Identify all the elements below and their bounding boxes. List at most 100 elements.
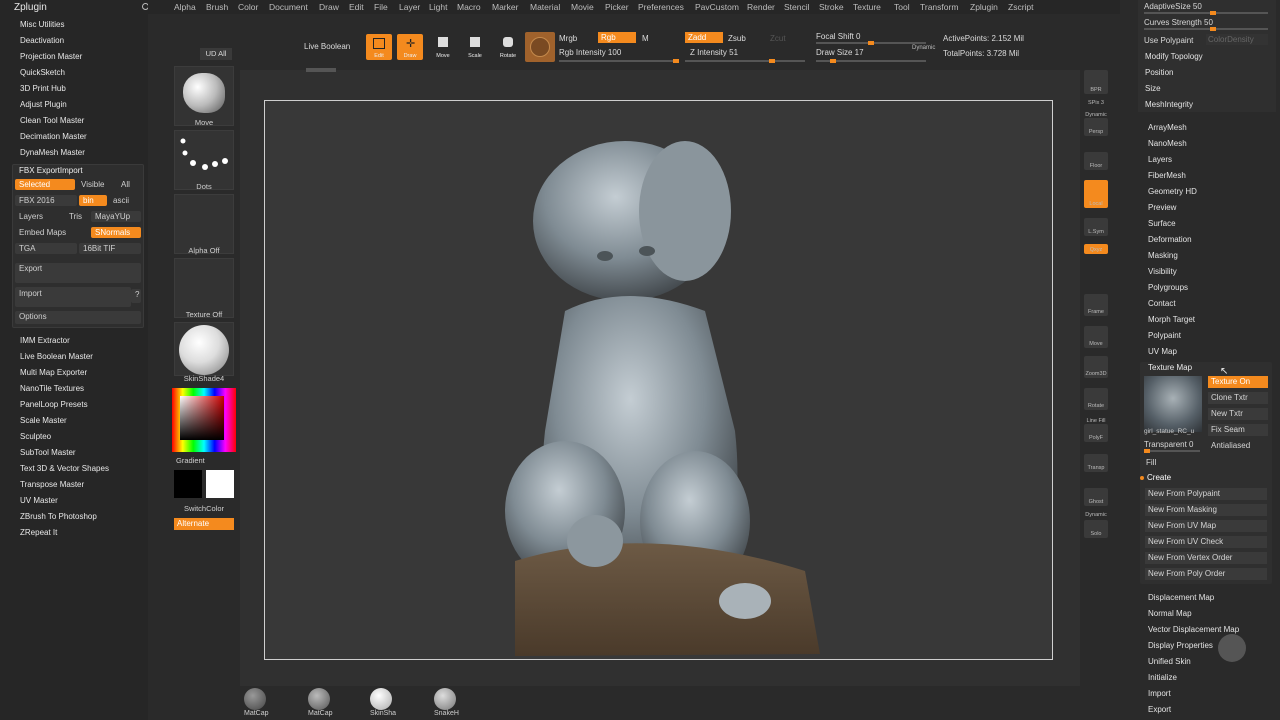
palette-item[interactable]: Preview bbox=[1148, 203, 1176, 212]
menu-alpha[interactable]: Alpha bbox=[174, 2, 196, 12]
dynamic-button[interactable]: Dynamic bbox=[912, 45, 935, 51]
gradient-label[interactable]: Gradient bbox=[176, 456, 236, 465]
snormals-button[interactable]: SNormals bbox=[91, 227, 141, 238]
import-button[interactable]: Import bbox=[15, 287, 131, 307]
primary-color-swatch[interactable] bbox=[206, 470, 234, 498]
menu-texture[interactable]: Texture bbox=[853, 2, 881, 12]
palette-item[interactable]: Unified Skin bbox=[1148, 657, 1191, 666]
tris-button[interactable]: Tris bbox=[65, 211, 91, 222]
rgb-intensity-track[interactable] bbox=[559, 59, 679, 63]
material-thumb[interactable] bbox=[174, 322, 234, 376]
statue-model[interactable] bbox=[265, 101, 1054, 661]
panel-title[interactable]: Zplugin bbox=[14, 2, 47, 13]
document-canvas[interactable] bbox=[264, 100, 1053, 660]
help-button[interactable]: ? bbox=[131, 289, 141, 303]
texture-thumb[interactable] bbox=[174, 258, 234, 318]
menu-zscript[interactable]: Zscript bbox=[1008, 2, 1034, 12]
color-picker[interactable] bbox=[172, 388, 236, 452]
palette-item[interactable]: Layers bbox=[1148, 155, 1172, 164]
plugin-item[interactable]: 3D Print Hub bbox=[20, 84, 66, 93]
fbx-version-select[interactable]: FBX 2016 bbox=[15, 195, 77, 206]
texture-thumbnail[interactable] bbox=[1144, 376, 1202, 432]
draw-size-slider[interactable]: Draw Size 17 bbox=[816, 48, 864, 57]
menu-draw[interactable]: Draw bbox=[319, 2, 339, 12]
menu-stencil[interactable]: Stencil bbox=[784, 2, 810, 12]
palette-item[interactable]: MeshIntegrity bbox=[1145, 100, 1193, 109]
draw-button[interactable]: ✛ Draw bbox=[397, 34, 423, 60]
antialiased-button[interactable]: Antialiased bbox=[1208, 440, 1268, 452]
selected-button[interactable]: Selected bbox=[15, 179, 75, 190]
menu-transform[interactable]: Transform bbox=[920, 2, 958, 12]
focal-shift-slider[interactable]: Focal Shift 0 bbox=[816, 32, 860, 41]
rgb-button[interactable]: Rgb bbox=[598, 32, 636, 43]
create-texture-button[interactable]: New From UV Map bbox=[1145, 520, 1267, 532]
all-button[interactable]: All bbox=[117, 179, 143, 190]
menu-light[interactable]: Light bbox=[429, 2, 447, 12]
alternate-button[interactable]: Alternate bbox=[174, 518, 234, 530]
draw-size-track[interactable] bbox=[816, 59, 926, 63]
palette-item[interactable]: Polygroups bbox=[1148, 283, 1188, 292]
material-swatch-icon[interactable] bbox=[434, 688, 456, 710]
palette-item[interactable]: Normal Map bbox=[1148, 609, 1192, 618]
palette-item[interactable]: Position bbox=[1145, 68, 1173, 77]
create-title[interactable]: Create bbox=[1147, 473, 1171, 482]
mrgb-button[interactable]: Mrgb bbox=[559, 34, 577, 43]
secondary-color-swatch[interactable] bbox=[174, 470, 202, 498]
menu-material[interactable]: Material bbox=[530, 2, 560, 12]
edit-button[interactable]: Edit bbox=[366, 34, 392, 60]
texture-map-title[interactable]: Texture Map bbox=[1148, 363, 1192, 372]
transparent-slider[interactable]: Transparent 0 bbox=[1144, 440, 1194, 449]
create-texture-button[interactable]: New From Vertex Order bbox=[1145, 552, 1267, 564]
transparent-track[interactable] bbox=[1144, 449, 1200, 453]
palette-item[interactable]: Vector Displacement Map bbox=[1148, 625, 1239, 634]
palette-item[interactable]: Contact bbox=[1148, 299, 1176, 308]
plugin-item[interactable]: Projection Master bbox=[20, 52, 82, 61]
menu-movie[interactable]: Movie bbox=[571, 2, 594, 12]
material-swatch-icon[interactable] bbox=[244, 688, 266, 710]
palette-item[interactable]: Initialize bbox=[1148, 673, 1177, 682]
switch-color-button[interactable]: SwitchColor bbox=[174, 504, 234, 513]
alpha-thumb[interactable] bbox=[174, 194, 234, 254]
plugin-item[interactable]: QuickSketch bbox=[20, 68, 65, 77]
palette-item[interactable]: Size bbox=[1145, 84, 1161, 93]
palette-item[interactable]: Visibility bbox=[1148, 267, 1177, 276]
adaptive-size-track[interactable] bbox=[1144, 11, 1268, 15]
tga-select[interactable]: TGA bbox=[15, 243, 77, 254]
menu-picker[interactable]: Picker bbox=[605, 2, 629, 12]
menu-marker[interactable]: Marker bbox=[492, 2, 518, 12]
palette-item[interactable]: Modify Topology bbox=[1145, 52, 1203, 61]
bin-button[interactable]: bin bbox=[79, 195, 107, 206]
menu-tool[interactable]: Tool bbox=[894, 2, 910, 12]
plugin-item[interactable]: UV Master bbox=[20, 496, 58, 505]
plugin-item[interactable]: PanelLoop Presets bbox=[20, 400, 88, 409]
adaptive-size-knob[interactable] bbox=[1210, 11, 1216, 15]
use-polypaint-button[interactable]: Use Polypaint bbox=[1144, 36, 1193, 45]
embed-maps-button[interactable]: Embed Maps bbox=[15, 227, 89, 238]
brush-thumb[interactable] bbox=[174, 66, 234, 126]
create-texture-button[interactable]: New From Masking bbox=[1145, 504, 1267, 516]
plugin-item[interactable]: Clean Tool Master bbox=[20, 116, 84, 125]
palette-item[interactable]: ArrayMesh bbox=[1148, 123, 1187, 132]
material-swatch[interactable] bbox=[525, 32, 555, 62]
plugin-item[interactable]: Text 3D & Vector Shapes bbox=[20, 464, 109, 473]
export-button[interactable]: Export bbox=[15, 263, 141, 283]
live-boolean-button[interactable]: Live Boolean bbox=[304, 42, 350, 51]
adaptive-size-slider[interactable]: AdaptiveSize 50 bbox=[1144, 2, 1202, 11]
palette-item[interactable]: Morph Target bbox=[1148, 315, 1195, 324]
color-square[interactable] bbox=[180, 396, 224, 440]
plugin-item[interactable]: Scale Master bbox=[20, 416, 67, 425]
palette-item[interactable]: Masking bbox=[1148, 251, 1178, 260]
menu-render[interactable]: Render bbox=[747, 2, 775, 12]
zcut-button[interactable]: Zcut bbox=[770, 34, 786, 43]
m-button[interactable]: M bbox=[642, 34, 649, 43]
menu-file[interactable]: File bbox=[374, 2, 388, 12]
texture-on-button[interactable]: Texture On bbox=[1208, 376, 1268, 388]
plugin-item[interactable]: Misc Utilities bbox=[20, 20, 64, 29]
curves-strength-track[interactable] bbox=[1144, 27, 1268, 31]
palette-item[interactable]: Import bbox=[1148, 689, 1171, 698]
palette-item[interactable]: Displacement Map bbox=[1148, 593, 1214, 602]
menu-layer[interactable]: Layer bbox=[399, 2, 420, 12]
options-button[interactable]: Options bbox=[15, 311, 141, 324]
palette-item[interactable]: Polypaint bbox=[1148, 331, 1181, 340]
visible-button[interactable]: Visible bbox=[77, 179, 117, 190]
